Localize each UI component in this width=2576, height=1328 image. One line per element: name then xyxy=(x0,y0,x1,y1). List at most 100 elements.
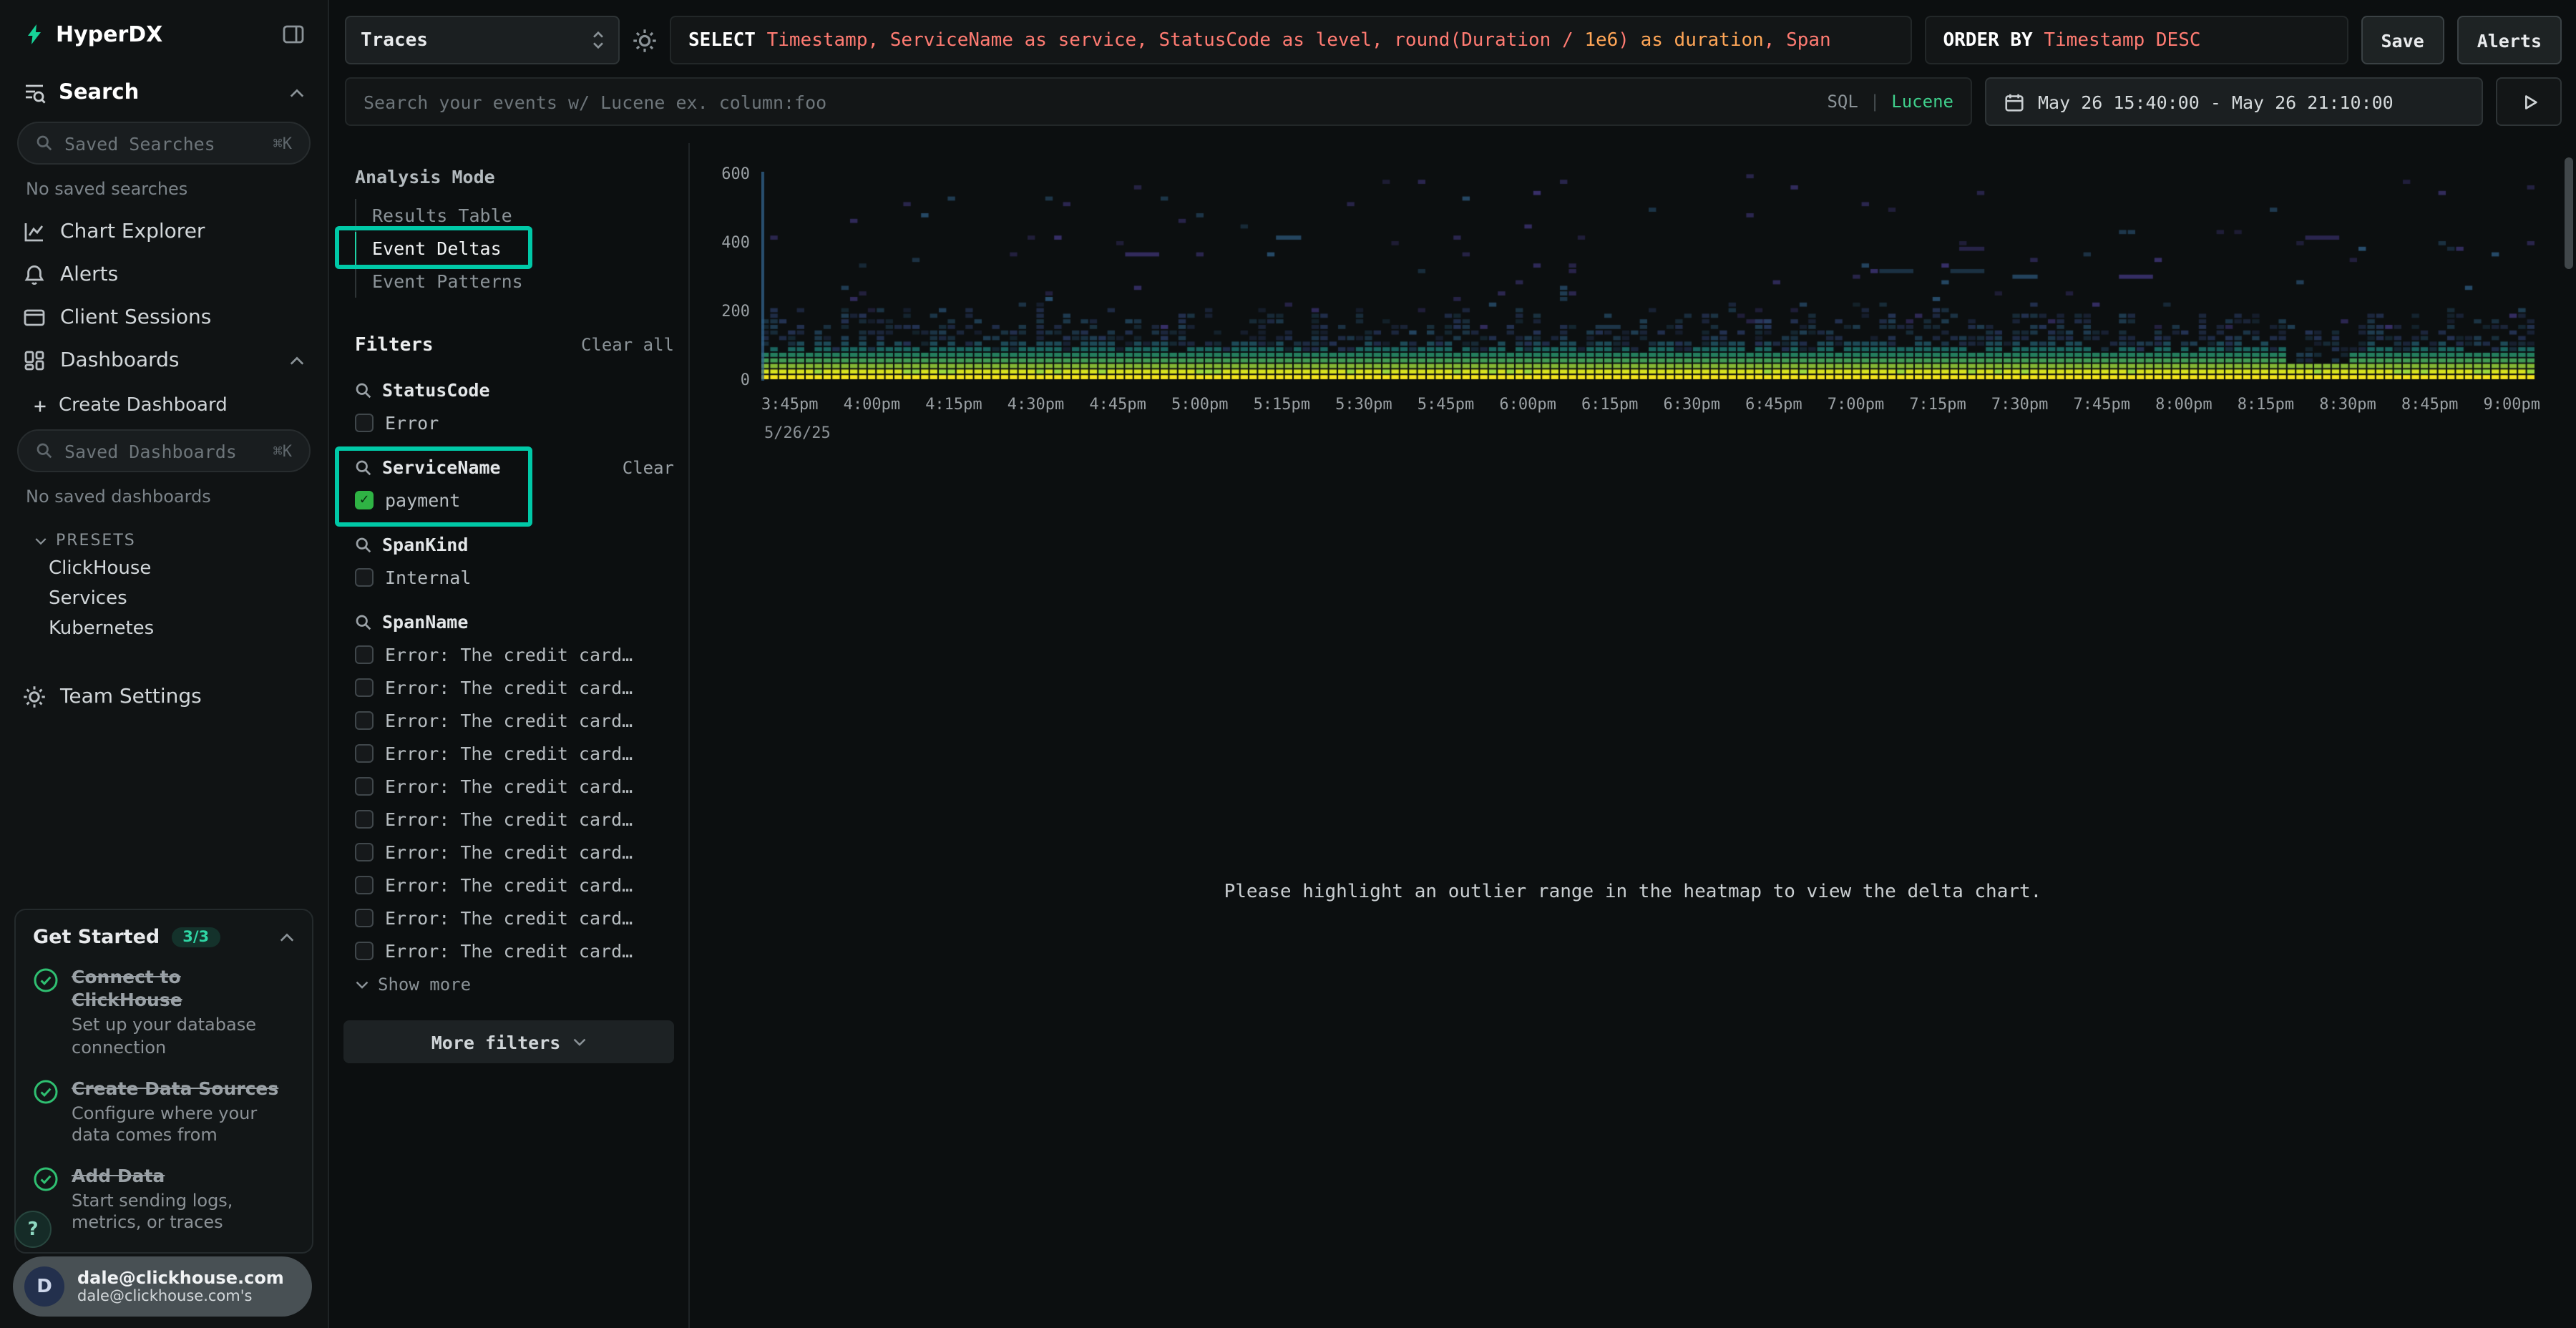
source-settings-gear-icon[interactable] xyxy=(633,28,657,52)
get-started-item[interactable]: Create Data SourcesConfigure where your … xyxy=(33,1077,295,1147)
chevron-up-icon[interactable] xyxy=(289,356,305,366)
sql-token: Timestamp DESC xyxy=(2044,29,2200,51)
preset-services[interactable]: Services xyxy=(0,584,328,614)
sql-token: 1e6 xyxy=(1584,29,1618,51)
filter-option[interactable]: Error: The credit card … xyxy=(355,940,674,962)
filter-option[interactable]: Error: The credit card … xyxy=(355,907,674,929)
filter-option[interactable]: Error: The credit card … xyxy=(355,644,674,665)
checkbox[interactable] xyxy=(355,568,374,587)
save-button[interactable]: Save xyxy=(2361,16,2444,64)
x-axis-tick: 9:00pm xyxy=(2483,395,2540,414)
filter-option[interactable]: Error: The credit card … xyxy=(355,743,674,764)
alerts-button[interactable]: Alerts xyxy=(2457,16,2562,64)
saved-dashboards-input[interactable]: Saved Dashboards ⌘K xyxy=(17,429,311,472)
sidebar-item-chart-explorer[interactable]: Chart Explorer xyxy=(0,210,328,253)
checkbox[interactable] xyxy=(355,414,374,432)
filter-option[interactable]: Error: The credit card … xyxy=(355,710,674,731)
search-icon xyxy=(355,381,372,399)
event-search-input[interactable] xyxy=(364,91,1815,112)
x-axis-tick: 5:00pm xyxy=(1171,395,1229,414)
scrollbar-thumb[interactable] xyxy=(2565,157,2573,269)
checkbox[interactable] xyxy=(355,777,374,796)
run-query-button[interactable] xyxy=(2496,77,2562,126)
filter-groups: StatusCodeErrorServiceNameClear✓paymentS… xyxy=(329,379,688,995)
x-axis-tick: 4:45pm xyxy=(1089,395,1146,414)
more-filters-button[interactable]: More filters xyxy=(343,1020,674,1063)
preset-clickhouse[interactable]: ClickHouse xyxy=(0,554,328,584)
nav-label: Client Sessions xyxy=(60,306,211,329)
create-dashboard-button[interactable]: Create Dashboard xyxy=(0,382,328,424)
chevron-up-icon[interactable] xyxy=(289,88,305,98)
mode-sql-toggle[interactable]: SQL xyxy=(1827,92,1858,112)
checkbox[interactable] xyxy=(355,810,374,829)
filter-option[interactable]: Error: The credit card … xyxy=(355,874,674,896)
sql-token: Timestamp, ServiceName as service, Statu… xyxy=(767,29,1585,51)
sidebar-collapse-icon[interactable] xyxy=(282,23,305,46)
filter-option[interactable]: Error: The credit card … xyxy=(355,809,674,830)
presets-section-toggle[interactable]: PRESETS xyxy=(0,518,328,554)
clear-all-filters-button[interactable]: Clear all xyxy=(581,335,674,355)
get-started-card: Get Started 3/3 Connect to ClickHouseSet… xyxy=(14,909,313,1254)
filter-option[interactable]: ✓payment xyxy=(355,489,674,511)
checkbox[interactable] xyxy=(355,678,374,697)
analysis-option-event-patterns[interactable]: Event Patterns xyxy=(355,265,688,298)
date-range-picker[interactable]: May 26 15:40:00 - May 26 21:10:00 xyxy=(1985,77,2483,126)
get-started-item-desc: Set up your database connection xyxy=(72,1015,295,1060)
filter-option[interactable]: Error xyxy=(355,412,674,434)
filter-option[interactable]: Error: The credit card … xyxy=(355,841,674,863)
checkbox[interactable] xyxy=(355,645,374,664)
sidebar-item-alerts[interactable]: Alerts xyxy=(0,253,328,296)
sidebar-item-client-sessions[interactable]: Client Sessions xyxy=(0,296,328,339)
window-icon xyxy=(23,306,46,329)
chevron-up-icon[interactable] xyxy=(279,933,295,943)
no-saved-dashboards-text: No saved dashboards xyxy=(0,478,328,518)
event-search-box[interactable]: SQL | Lucene xyxy=(345,77,1972,126)
app-logo[interactable]: HyperDX xyxy=(23,21,162,47)
sidebar-search-label: Search xyxy=(59,82,139,104)
show-more-link[interactable]: Show more xyxy=(355,975,674,995)
check-circle-icon xyxy=(33,968,59,994)
filter-option-label: Error: The credit card … xyxy=(385,776,640,797)
preset-kubernetes[interactable]: Kubernetes xyxy=(0,614,328,644)
filter-option[interactable]: Error: The credit card … xyxy=(355,677,674,698)
get-started-header[interactable]: Get Started 3/3 xyxy=(33,927,295,949)
search-icon xyxy=(36,442,53,459)
filter-option-label: Error: The credit card … xyxy=(385,644,640,665)
main-content: 6004002000 3:45pm4:00pm4:15pm4:30pm4:45p… xyxy=(690,143,2576,1328)
user-menu[interactable]: D dale@clickhouse.com dale@clickhouse.co… xyxy=(13,1256,312,1317)
sql-token: , Span xyxy=(1764,29,1831,51)
sql-orderby-editor[interactable]: ORDER BY Timestamp DESC xyxy=(1924,16,2348,64)
delta-chart-empty-message: Please highlight an outlier range in the… xyxy=(690,882,2576,903)
y-axis-tick: 200 xyxy=(690,302,750,321)
sidebar-item-dashboards[interactable]: Dashboards xyxy=(0,339,328,382)
checkbox[interactable] xyxy=(355,744,374,763)
more-filters-label: More filters xyxy=(431,1031,561,1053)
heatmap-canvas[interactable] xyxy=(761,172,2540,381)
help-button[interactable]: ? xyxy=(14,1211,52,1248)
clear-filter-button[interactable]: Clear xyxy=(623,457,674,477)
get-started-item[interactable]: Connect to ClickHouseSet up your databas… xyxy=(33,967,295,1060)
filter-group-servicename: ServiceNameClear✓payment xyxy=(329,456,688,511)
filter-option[interactable]: Internal xyxy=(355,567,674,588)
filter-option[interactable]: Error: The credit card … xyxy=(355,776,674,797)
sidebar-item-search[interactable]: Search xyxy=(0,64,328,116)
analysis-option-results-table[interactable]: Results Table xyxy=(355,199,688,232)
mode-lucene-toggle[interactable]: Lucene xyxy=(1891,92,1953,112)
analysis-option-event-deltas[interactable]: Event Deltas xyxy=(355,232,688,265)
checkbox[interactable] xyxy=(355,843,374,861)
orderby-query: ORDER BY Timestamp DESC xyxy=(1943,29,2200,51)
chevron-down-icon xyxy=(572,1038,586,1046)
checkbox[interactable] xyxy=(355,876,374,894)
saved-searches-input[interactable]: Saved Searches ⌘K xyxy=(17,122,311,165)
checkbox[interactable] xyxy=(355,909,374,927)
sql-select-editor[interactable]: SELECT Timestamp, ServiceName as service… xyxy=(670,16,1911,64)
hyperdx-app: HyperDX Search Saved Searches ⌘K No save… xyxy=(0,0,2576,1328)
filter-group-statuscode: StatusCodeError xyxy=(329,379,688,434)
checkbox[interactable] xyxy=(355,942,374,960)
get-started-item[interactable]: Add DataStart sending logs, metrics, or … xyxy=(33,1165,295,1235)
heatmap-chart[interactable]: 6004002000 3:45pm4:00pm4:15pm4:30pm4:45p… xyxy=(690,143,2576,572)
sidebar-item-team-settings[interactable]: Team Settings xyxy=(0,675,328,718)
checkbox[interactable] xyxy=(355,711,374,730)
source-select[interactable]: Traces xyxy=(345,16,620,64)
checkbox-checked[interactable]: ✓ xyxy=(355,491,374,509)
